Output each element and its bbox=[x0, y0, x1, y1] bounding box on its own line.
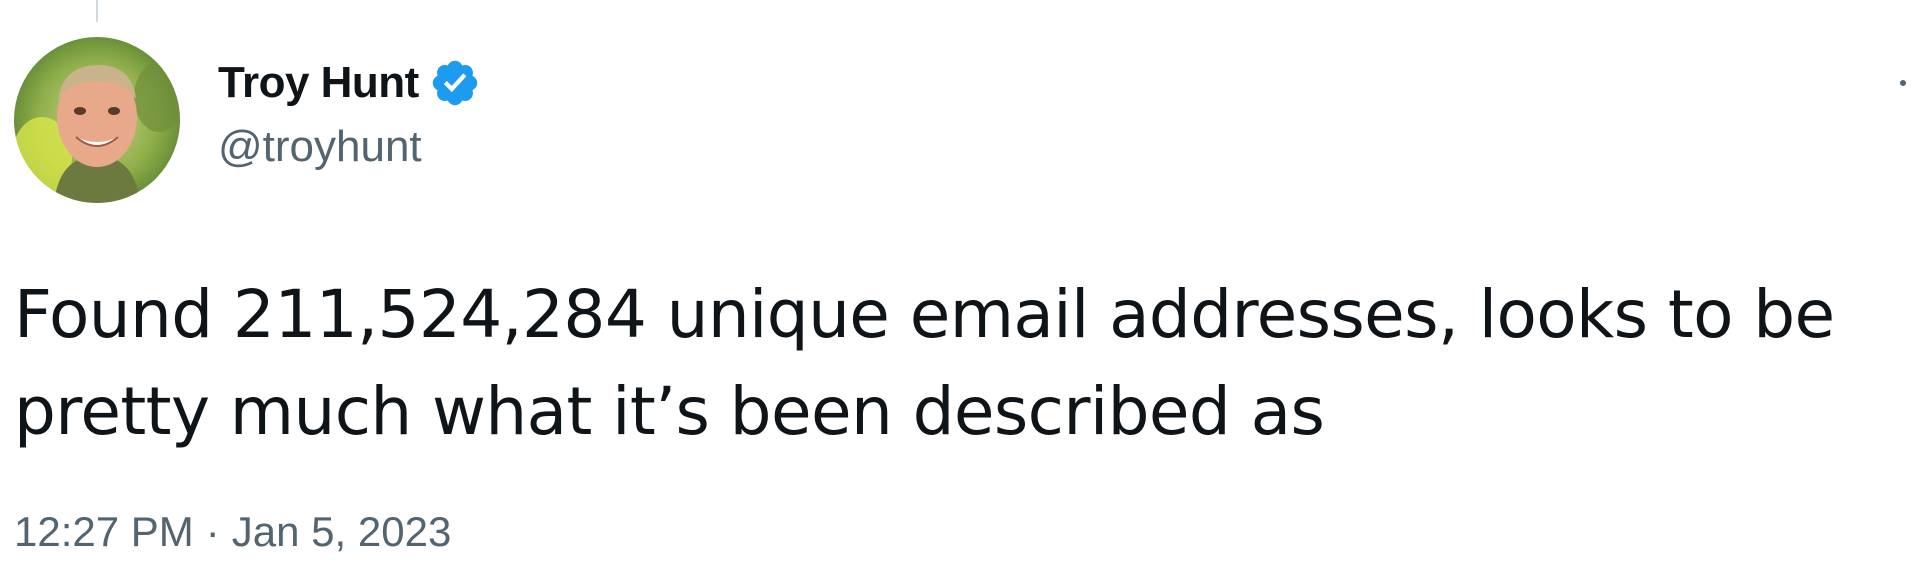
thread-connector-line bbox=[96, 0, 98, 22]
tweet-text: Found 211,524,284 unique email addresses… bbox=[14, 276, 1835, 450]
tweet-timestamp: 12:27 PM · Jan 5, 2023 bbox=[14, 508, 451, 556]
avatar[interactable] bbox=[14, 37, 180, 203]
more-options-button[interactable] bbox=[1880, 58, 1920, 108]
tweet-date-link[interactable]: Jan 5, 2023 bbox=[232, 508, 452, 555]
profile-photo-icon bbox=[14, 37, 180, 203]
more-options-icon bbox=[1900, 80, 1906, 86]
timestamp-separator: · bbox=[205, 508, 220, 555]
author-display-name[interactable]: Troy Hunt bbox=[218, 58, 419, 108]
author-identity: Troy Hunt @troyhunt bbox=[218, 52, 481, 172]
author-handle[interactable]: @troyhunt bbox=[218, 122, 481, 172]
verified-badge-icon[interactable] bbox=[429, 57, 481, 109]
tweet-time-link[interactable]: 12:27 PM bbox=[14, 508, 194, 555]
author-name-row: Troy Hunt bbox=[218, 52, 481, 114]
